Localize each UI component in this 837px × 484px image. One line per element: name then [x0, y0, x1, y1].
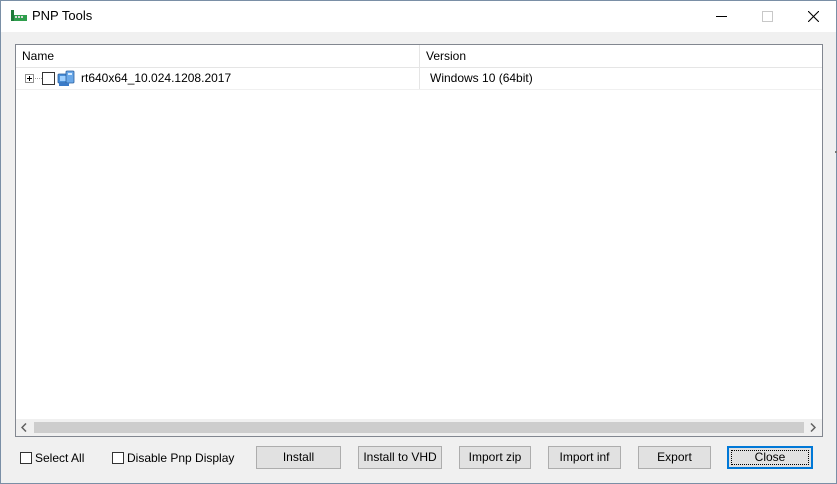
window-title: PNP Tools: [32, 8, 93, 23]
scroll-right-button[interactable]: [805, 419, 822, 436]
horizontal-scrollbar[interactable]: [16, 419, 822, 436]
disable-pnp-display-checkbox[interactable]: Disable Pnp Display: [112, 451, 234, 465]
minimize-button[interactable]: [698, 1, 744, 32]
row-checkbox[interactable]: [42, 72, 55, 85]
import-zip-button[interactable]: Import zip: [459, 446, 531, 469]
chevron-left-icon: [21, 423, 27, 432]
select-all-label[interactable]: Select All: [35, 451, 84, 465]
select-all-box[interactable]: [20, 452, 32, 464]
install-to-vhd-button[interactable]: Install to VHD: [358, 446, 442, 469]
import-inf-button[interactable]: Import inf: [548, 446, 621, 469]
tree-connector: [35, 78, 42, 80]
list-header: Name Version: [16, 45, 822, 68]
export-button[interactable]: Export: [638, 446, 711, 469]
minimize-icon: [716, 16, 727, 17]
select-all-checkbox[interactable]: Select All: [20, 451, 84, 465]
scrollbar-thumb[interactable]: [34, 422, 804, 433]
driver-version: Windows 10 (64bit): [430, 71, 533, 85]
disable-pnp-label[interactable]: Disable Pnp Display: [127, 451, 234, 465]
maximize-button[interactable]: [744, 1, 790, 32]
close-button[interactable]: Close: [727, 446, 813, 469]
green-device-icon: [11, 10, 27, 21]
column-separator: [419, 68, 420, 89]
column-header-version[interactable]: Version: [420, 45, 822, 67]
focus-rectangle: [731, 450, 809, 465]
close-window-button[interactable]: [790, 1, 836, 32]
scroll-left-button[interactable]: [16, 419, 33, 436]
chevron-right-icon: [810, 423, 816, 432]
action-bar: Select All Disable Pnp Display Install I…: [1, 445, 836, 471]
driver-list[interactable]: Name Version rt640x64_10.024.1208.2017 W…: [15, 44, 823, 437]
list-item[interactable]: rt640x64_10.024.1208.2017 Windows 10 (64…: [16, 68, 822, 90]
disable-pnp-box[interactable]: [112, 452, 124, 464]
column-header-name[interactable]: Name: [16, 45, 420, 67]
driver-name: rt640x64_10.024.1208.2017: [81, 71, 232, 85]
close-icon: [808, 11, 819, 22]
network-adapter-icon: [57, 70, 75, 86]
install-button[interactable]: Install: [256, 446, 341, 469]
expand-plus-icon[interactable]: [25, 74, 34, 83]
title-bar[interactable]: PNP Tools: [1, 1, 836, 32]
maximize-icon: [762, 11, 773, 22]
pnp-tools-window: PNP Tools Name Version rt640x64_10.024.1…: [0, 0, 837, 484]
